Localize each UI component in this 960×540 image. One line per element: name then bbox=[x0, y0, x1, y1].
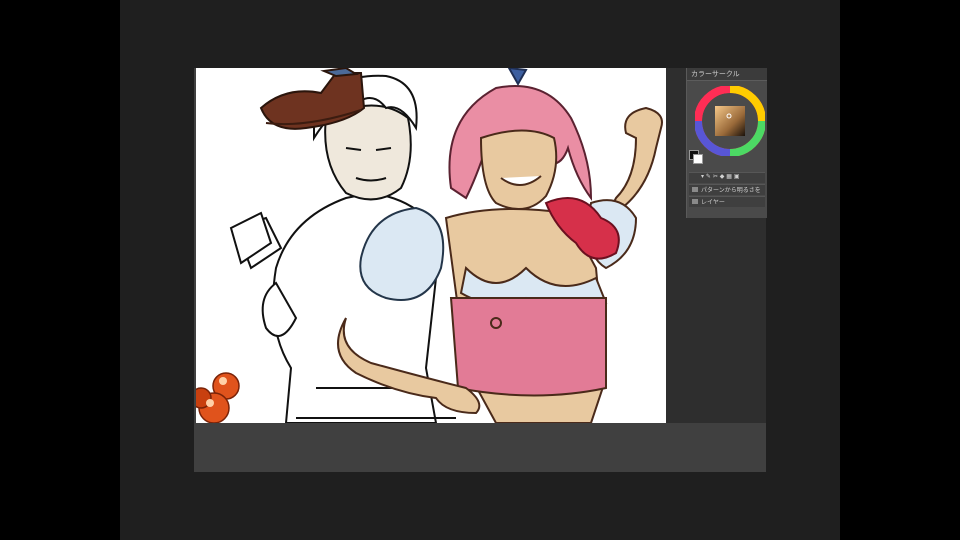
option-icon bbox=[692, 187, 698, 192]
letterbox-left bbox=[0, 0, 120, 540]
panel-layer-row[interactable]: レイヤー bbox=[689, 196, 765, 207]
drawing-canvas[interactable] bbox=[196, 68, 666, 423]
background-color-swatch[interactable] bbox=[693, 154, 703, 164]
orange-orbs bbox=[196, 372, 240, 423]
letterbox-right bbox=[840, 0, 960, 540]
video-bottom-band bbox=[120, 472, 840, 540]
workspace-bottom-area bbox=[194, 423, 766, 472]
layer-icon bbox=[692, 199, 698, 204]
video-top-band bbox=[120, 0, 840, 68]
panel-layer-label: レイヤー bbox=[701, 199, 725, 206]
artwork-illustration bbox=[196, 68, 663, 423]
panel-title: カラーサークル bbox=[691, 70, 740, 78]
color-circle-panel: カラーサークル ▾ ✎ ✂ ◆ ▦ ▣ パターンから明るさを レイヤー bbox=[686, 68, 767, 218]
panel-option-label: パターンから明るさを bbox=[701, 187, 761, 194]
video-frame: カラーサークル ▾ ✎ ✂ ◆ ▦ ▣ パターンから明るさを レイヤー bbox=[120, 0, 840, 540]
panel-option-row[interactable]: パターンから明るさを bbox=[689, 184, 765, 195]
right-face bbox=[479, 129, 558, 211]
panel-header[interactable]: カラーサークル bbox=[687, 68, 767, 81]
panel-toolbar-label: ▾ ✎ ✂ ◆ ▦ ▣ bbox=[701, 173, 740, 180]
color-wheel-icon[interactable] bbox=[694, 85, 766, 157]
panel-toolbar-row[interactable]: ▾ ✎ ✂ ◆ ▦ ▣ bbox=[689, 172, 765, 183]
